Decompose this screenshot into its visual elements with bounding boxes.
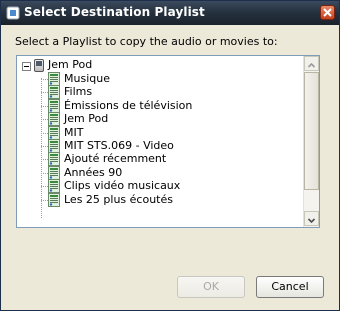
playlist-icon <box>48 85 60 100</box>
tree-playlist-row[interactable]: Clips vidéo musicaux <box>17 179 303 194</box>
playlist-label: Les 25 plus écoutés <box>64 192 173 206</box>
scroll-down-button[interactable] <box>304 211 319 226</box>
tree-playlist-row[interactable]: Années 90 <box>17 165 303 180</box>
tree-playlist-row[interactable]: MIT <box>17 125 303 140</box>
playlist-icon <box>48 139 60 153</box>
tree-playlist-row[interactable]: MIT STS.069 - Video <box>17 139 303 153</box>
collapse-toggle-icon[interactable] <box>22 62 31 71</box>
playlist-icon <box>48 112 60 127</box>
playlist-label: Ajouté récemment <box>64 152 167 166</box>
tree-connector <box>41 105 48 107</box>
playlist-label: Années 90 <box>64 165 123 179</box>
playlist-icon <box>48 152 60 167</box>
tree-connector <box>41 132 48 134</box>
tree-connector <box>41 172 48 174</box>
tree-playlist-row[interactable]: Musique <box>17 72 303 86</box>
playlist-label: Émissions de télévision <box>64 98 193 112</box>
scroll-thumb[interactable] <box>304 72 319 190</box>
playlist-icon <box>48 165 60 180</box>
tree-connector <box>41 199 48 201</box>
playlist-label: Jem Pod <box>64 112 109 126</box>
tree-connector <box>41 119 48 121</box>
ok-button[interactable]: OK <box>177 276 245 298</box>
tree-playlist-row[interactable]: Jem Pod <box>17 112 303 127</box>
dialog-window: Select Destination Playlist Select a Pla… <box>0 0 340 311</box>
playlist-tree[interactable]: Jem Pod Musique Films Émissions de télévis… <box>16 55 320 228</box>
tree-connector <box>41 186 48 188</box>
playlist-icon <box>48 125 60 140</box>
playlist-icon <box>48 179 60 194</box>
playlist-icon <box>48 98 60 113</box>
playlist-label: Films <box>64 85 93 99</box>
playlist-label: MIT STS.069 - Video <box>64 139 174 152</box>
close-icon <box>323 8 332 17</box>
playlist-icon <box>48 192 60 207</box>
tree-connector <box>41 146 48 147</box>
tree-connector <box>41 92 48 94</box>
tree-playlist-row[interactable]: Ajouté récemment <box>17 152 303 167</box>
tree-playlist-row[interactable]: Films <box>17 85 303 100</box>
scroll-up-button[interactable] <box>304 56 319 71</box>
vertical-scrollbar[interactable] <box>303 56 319 227</box>
tree-connector <box>41 79 48 80</box>
tree-playlist-row[interactable]: Les 25 plus écoutés <box>17 192 303 207</box>
cancel-button[interactable]: Cancel <box>256 276 324 298</box>
tree-root-label: Jem Pod <box>48 58 93 71</box>
arrow-up-icon <box>307 62 316 68</box>
instruction-text: Select a Playlist to copy the audio or m… <box>15 35 278 48</box>
window-title: Select Destination Playlist <box>24 5 205 19</box>
tree-playlist-row[interactable]: Émissions de télévision <box>17 98 303 113</box>
tree-connector <box>41 159 48 161</box>
playlist-icon <box>48 72 60 86</box>
title-bar[interactable]: Select Destination Playlist <box>1 1 339 25</box>
arrow-down-icon <box>307 218 316 224</box>
tree-root-row[interactable]: Jem Pod <box>17 58 303 72</box>
app-icon <box>6 6 20 20</box>
ipod-device-icon <box>34 59 44 72</box>
playlist-label: Musique <box>64 72 110 85</box>
playlist-label: MIT <box>64 125 84 139</box>
close-button[interactable] <box>320 5 335 20</box>
playlist-label: Clips vidéo musicaux <box>64 179 181 193</box>
